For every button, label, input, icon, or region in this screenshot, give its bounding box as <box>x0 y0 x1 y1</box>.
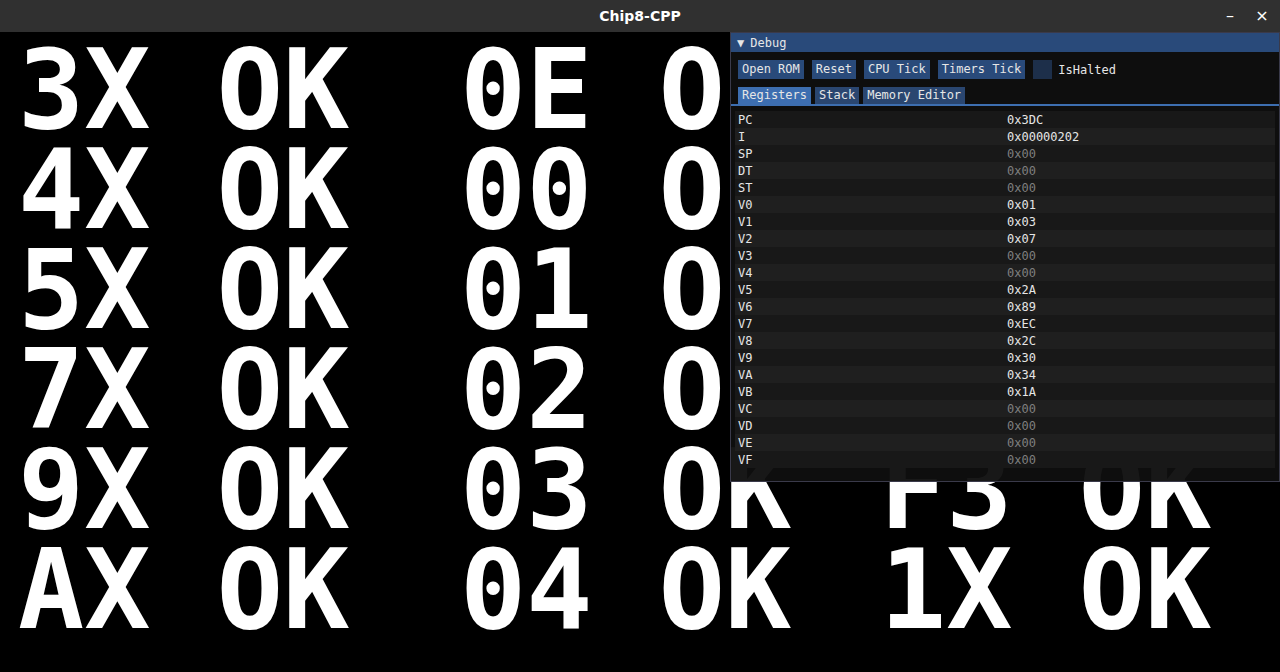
register-value: 0x00 <box>1007 400 1036 418</box>
register-name: V5 <box>735 281 1007 299</box>
register-value: 0x2C <box>1007 332 1036 350</box>
register-value: 0xEC <box>1007 315 1036 333</box>
debug-title: Debug <box>750 34 786 52</box>
register-name: V7 <box>735 315 1007 333</box>
register-name: I <box>735 128 1007 146</box>
register-value: 0x89 <box>1007 298 1036 316</box>
register-name: VF <box>735 451 1007 469</box>
display-text: 1X OK <box>880 526 1211 654</box>
register-value: 0x00 <box>1007 434 1036 452</box>
register-value: 0x00000202 <box>1007 128 1079 146</box>
register-name: V3 <box>735 247 1007 265</box>
register-value: 0x00 <box>1007 162 1036 180</box>
debug-button[interactable]: CPU Tick <box>864 60 930 79</box>
register-name: V0 <box>735 196 1007 214</box>
register-row: V60x89 <box>735 298 1275 315</box>
debug-tab[interactable]: Stack <box>815 87 859 104</box>
debug-button[interactable]: Timers Tick <box>938 60 1025 79</box>
register-row: VF0x00 <box>735 451 1275 468</box>
register-value: 0x00 <box>1007 145 1036 163</box>
register-value: 0x2A <box>1007 281 1036 299</box>
register-name: SP <box>735 145 1007 163</box>
register-row: I0x00000202 <box>735 128 1275 145</box>
register-value: 0x3DC <box>1007 111 1043 129</box>
register-name: VD <box>735 417 1007 435</box>
close-button[interactable]: × <box>1250 4 1274 28</box>
register-value: 0x00 <box>1007 264 1036 282</box>
register-value: 0x1A <box>1007 383 1036 401</box>
debug-window[interactable]: ▼ Debug Open ROM Reset CPU Tick Timers Tick Is… <box>730 32 1280 482</box>
register-value: 0x00 <box>1007 179 1036 197</box>
display-text: 04 OK <box>460 526 791 654</box>
register-value: 0x00 <box>1007 451 1036 469</box>
register-row: VD0x00 <box>735 417 1275 434</box>
register-row: V80x2C <box>735 332 1275 349</box>
display-row: AX OK04 OK1X OK <box>18 540 1280 640</box>
debug-header[interactable]: ▼ Debug <box>731 33 1279 52</box>
register-row: V00x01 <box>735 196 1275 213</box>
register-name: V6 <box>735 298 1007 316</box>
debug-tab[interactable]: Memory Editor <box>863 87 965 104</box>
register-row: DT0x00 <box>735 162 1275 179</box>
register-name: V1 <box>735 213 1007 231</box>
register-row: V50x2A <box>735 281 1275 298</box>
display-text: AX OK <box>18 526 349 654</box>
halted-checkbox[interactable] <box>1033 60 1052 79</box>
register-name: V4 <box>735 264 1007 282</box>
register-row: V70xEC <box>735 315 1275 332</box>
register-value: 0x03 <box>1007 213 1036 231</box>
register-name: V9 <box>735 349 1007 367</box>
register-table: PC0x3DCI0x00000202SP0x00DT0x00ST0x00V00x… <box>731 106 1279 468</box>
register-row: PC0x3DC <box>735 111 1275 128</box>
register-row: V40x00 <box>735 264 1275 281</box>
register-name: VA <box>735 366 1007 384</box>
minimize-button[interactable]: – <box>1218 4 1242 28</box>
register-row: V90x30 <box>735 349 1275 366</box>
emulator-display: 3X OK0E O4X OK00 O5X OK01 O7X OK02 O9X O… <box>0 32 1280 672</box>
register-name: DT <box>735 162 1007 180</box>
register-row: V10x03 <box>735 213 1275 230</box>
register-value: 0x01 <box>1007 196 1036 214</box>
register-value: 0x00 <box>1007 247 1036 265</box>
register-value: 0x30 <box>1007 349 1036 367</box>
register-name: ST <box>735 179 1007 197</box>
window-title: Chip8-CPP <box>599 6 680 27</box>
halted-label: IsHalted <box>1058 61 1116 79</box>
register-name: V2 <box>735 230 1007 248</box>
register-name: VE <box>735 434 1007 452</box>
register-value: 0x07 <box>1007 230 1036 248</box>
register-name: PC <box>735 111 1007 129</box>
debug-button[interactable]: Reset <box>812 60 856 79</box>
app-window: Chip8-CPP –× 3X OK0E O4X OK00 O5X OK01 O7X… <box>0 0 1280 672</box>
register-name: VC <box>735 400 1007 418</box>
register-row: V30x00 <box>735 247 1275 264</box>
register-name: VB <box>735 383 1007 401</box>
register-row: SP0x00 <box>735 145 1275 162</box>
register-value: 0x34 <box>1007 366 1036 384</box>
register-row: VE0x00 <box>735 434 1275 451</box>
debug-button[interactable]: Open ROM <box>738 60 804 79</box>
debug-tab[interactable]: Registers <box>738 87 811 104</box>
register-row: V20x07 <box>735 230 1275 247</box>
register-row: VC0x00 <box>735 400 1275 417</box>
register-row: VB0x1A <box>735 383 1275 400</box>
collapse-toggle[interactable]: ▼ <box>737 34 744 52</box>
register-row: VA0x34 <box>735 366 1275 383</box>
register-row: ST0x00 <box>735 179 1275 196</box>
register-value: 0x00 <box>1007 417 1036 435</box>
register-name: V8 <box>735 332 1007 350</box>
